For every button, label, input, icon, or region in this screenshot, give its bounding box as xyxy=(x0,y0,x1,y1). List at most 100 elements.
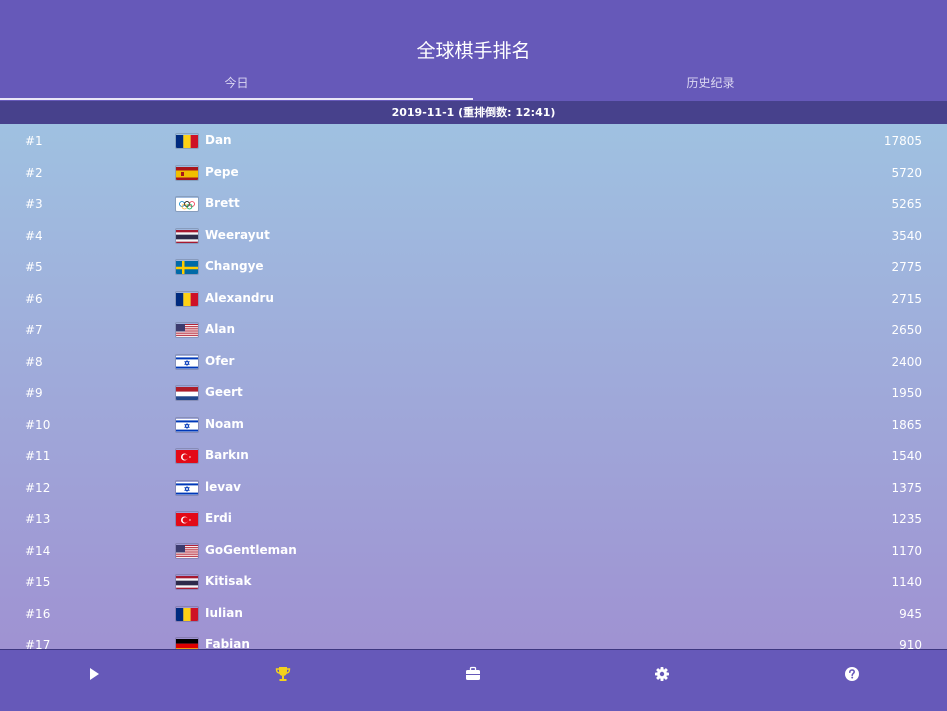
ranking-row[interactable]: #1 Dan 17805 xyxy=(0,125,947,156)
ranking-row[interactable]: #12 levav 1375 xyxy=(0,472,947,503)
player-name: GoGentleman xyxy=(205,543,297,557)
rank-number: #8 xyxy=(25,355,43,369)
player-score: 1865 xyxy=(891,418,922,432)
ranking-row[interactable]: #2 Pepe 5720 xyxy=(0,157,947,188)
player-score: 2650 xyxy=(891,323,922,337)
help-button[interactable] xyxy=(842,664,862,684)
ranking-row[interactable]: #4 Weerayut 3540 xyxy=(0,220,947,251)
ranking-row[interactable]: #9 Geert 1950 xyxy=(0,377,947,408)
player-score: 910 xyxy=(899,638,922,649)
player-name: Iulian xyxy=(205,606,243,620)
player-score: 2715 xyxy=(891,292,922,306)
flag-turkey-icon xyxy=(176,449,198,463)
flag-thailand-icon xyxy=(176,229,198,243)
rank-number: #2 xyxy=(25,166,43,180)
ranking-row[interactable]: #10 Noam 1865 xyxy=(0,409,947,440)
player-name: Changye xyxy=(205,259,264,273)
rank-number: #14 xyxy=(25,544,50,558)
flag-turkey-icon xyxy=(176,512,198,526)
trophy-icon xyxy=(273,664,293,684)
rank-number: #3 xyxy=(25,197,43,211)
player-score: 1235 xyxy=(891,512,922,526)
flag-usa-icon xyxy=(176,323,198,337)
ranking-row[interactable]: #17 Fabian 910 xyxy=(0,629,947,649)
flag-netherlands-icon xyxy=(176,386,198,400)
page-title: 全球棋手排名 xyxy=(0,36,947,63)
ranking-row[interactable]: #5 Changye 2775 xyxy=(0,251,947,282)
rank-number: #12 xyxy=(25,481,50,495)
rank-number: #17 xyxy=(25,638,50,649)
player-score: 1950 xyxy=(891,386,922,400)
rank-number: #6 xyxy=(25,292,43,306)
player-name: levav xyxy=(205,480,241,494)
ranking-row[interactable]: #14 GoGentleman 1170 xyxy=(0,535,947,566)
flag-israel-icon xyxy=(176,418,198,432)
play-button[interactable] xyxy=(84,664,104,684)
player-score: 17805 xyxy=(884,134,922,148)
player-score: 2400 xyxy=(891,355,922,369)
date-bar: 2019-11-1 (重排倒数: 12:41) xyxy=(0,101,947,124)
player-score: 1170 xyxy=(891,544,922,558)
player-score: 3540 xyxy=(891,229,922,243)
tab-history[interactable]: 历史纪录 xyxy=(474,74,947,91)
rank-number: #4 xyxy=(25,229,43,243)
briefcase-icon xyxy=(463,664,483,684)
player-name: Ofer xyxy=(205,354,234,368)
player-score: 5720 xyxy=(891,166,922,180)
gear-icon xyxy=(652,664,672,684)
store-button[interactable] xyxy=(463,664,483,684)
player-score: 5265 xyxy=(891,197,922,211)
player-score: 1140 xyxy=(891,575,922,589)
header: 全球棋手排名 今日 历史纪录 xyxy=(0,0,947,101)
flag-sweden-icon xyxy=(176,260,198,274)
flag-israel-icon xyxy=(176,355,198,369)
player-name: Kitisak xyxy=(205,574,251,588)
flag-thailand-icon xyxy=(176,575,198,589)
rank-number: #16 xyxy=(25,607,50,621)
player-score: 1375 xyxy=(891,481,922,495)
play-icon xyxy=(84,664,104,684)
ranking-row[interactable]: #11 Barkın 1540 xyxy=(0,440,947,471)
player-name: Brett xyxy=(205,196,240,210)
help-icon xyxy=(842,664,862,684)
flag-romania-icon xyxy=(176,292,198,306)
player-name: Geert xyxy=(205,385,243,399)
rank-number: #1 xyxy=(25,134,43,148)
player-name: Pepe xyxy=(205,165,239,179)
rank-number: #9 xyxy=(25,386,43,400)
flag-olympic-icon xyxy=(176,197,198,211)
ranking-row[interactable]: #8 Ofer 2400 xyxy=(0,346,947,377)
flag-romania-icon xyxy=(176,134,198,148)
bottom-nav xyxy=(0,649,947,711)
ranking-row[interactable]: #13 Erdi 1235 xyxy=(0,503,947,534)
active-tab-indicator xyxy=(0,98,473,100)
player-name: Alexandru xyxy=(205,291,274,305)
flag-romania-icon xyxy=(176,607,198,621)
rank-number: #5 xyxy=(25,260,43,274)
ranking-button[interactable] xyxy=(273,664,293,684)
player-score: 945 xyxy=(899,607,922,621)
player-name: Dan xyxy=(205,133,232,147)
ranking-row[interactable]: #6 Alexandru 2715 xyxy=(0,283,947,314)
player-score: 2775 xyxy=(891,260,922,274)
ranking-row[interactable]: #15Kitisak1140 xyxy=(0,566,947,597)
flag-usa-icon xyxy=(176,544,198,558)
settings-button[interactable] xyxy=(652,664,672,684)
player-name: Noam xyxy=(205,417,244,431)
ranking-list[interactable]: #1 Dan 17805 #2 Pepe 5720 #3 Brett 5265 #4 Weerayu… xyxy=(0,124,947,649)
rank-number: #11 xyxy=(25,449,50,463)
ranking-row[interactable]: #7Alan2650 xyxy=(0,314,947,345)
flag-israel-icon xyxy=(176,481,198,495)
ranking-row[interactable]: #16 Iulian 945 xyxy=(0,598,947,629)
ranking-row[interactable]: #3 Brett 5265 xyxy=(0,188,947,219)
rank-number: #10 xyxy=(25,418,50,432)
tab-today[interactable]: 今日 xyxy=(0,74,473,91)
player-score: 1540 xyxy=(891,449,922,463)
flag-spain-icon xyxy=(176,166,198,180)
player-name: Fabian xyxy=(205,637,250,649)
player-name: Weerayut xyxy=(205,228,270,242)
player-name: Barkın xyxy=(205,448,249,462)
player-name: Erdi xyxy=(205,511,232,525)
player-name: Alan xyxy=(205,322,235,336)
rank-number: #13 xyxy=(25,512,50,526)
